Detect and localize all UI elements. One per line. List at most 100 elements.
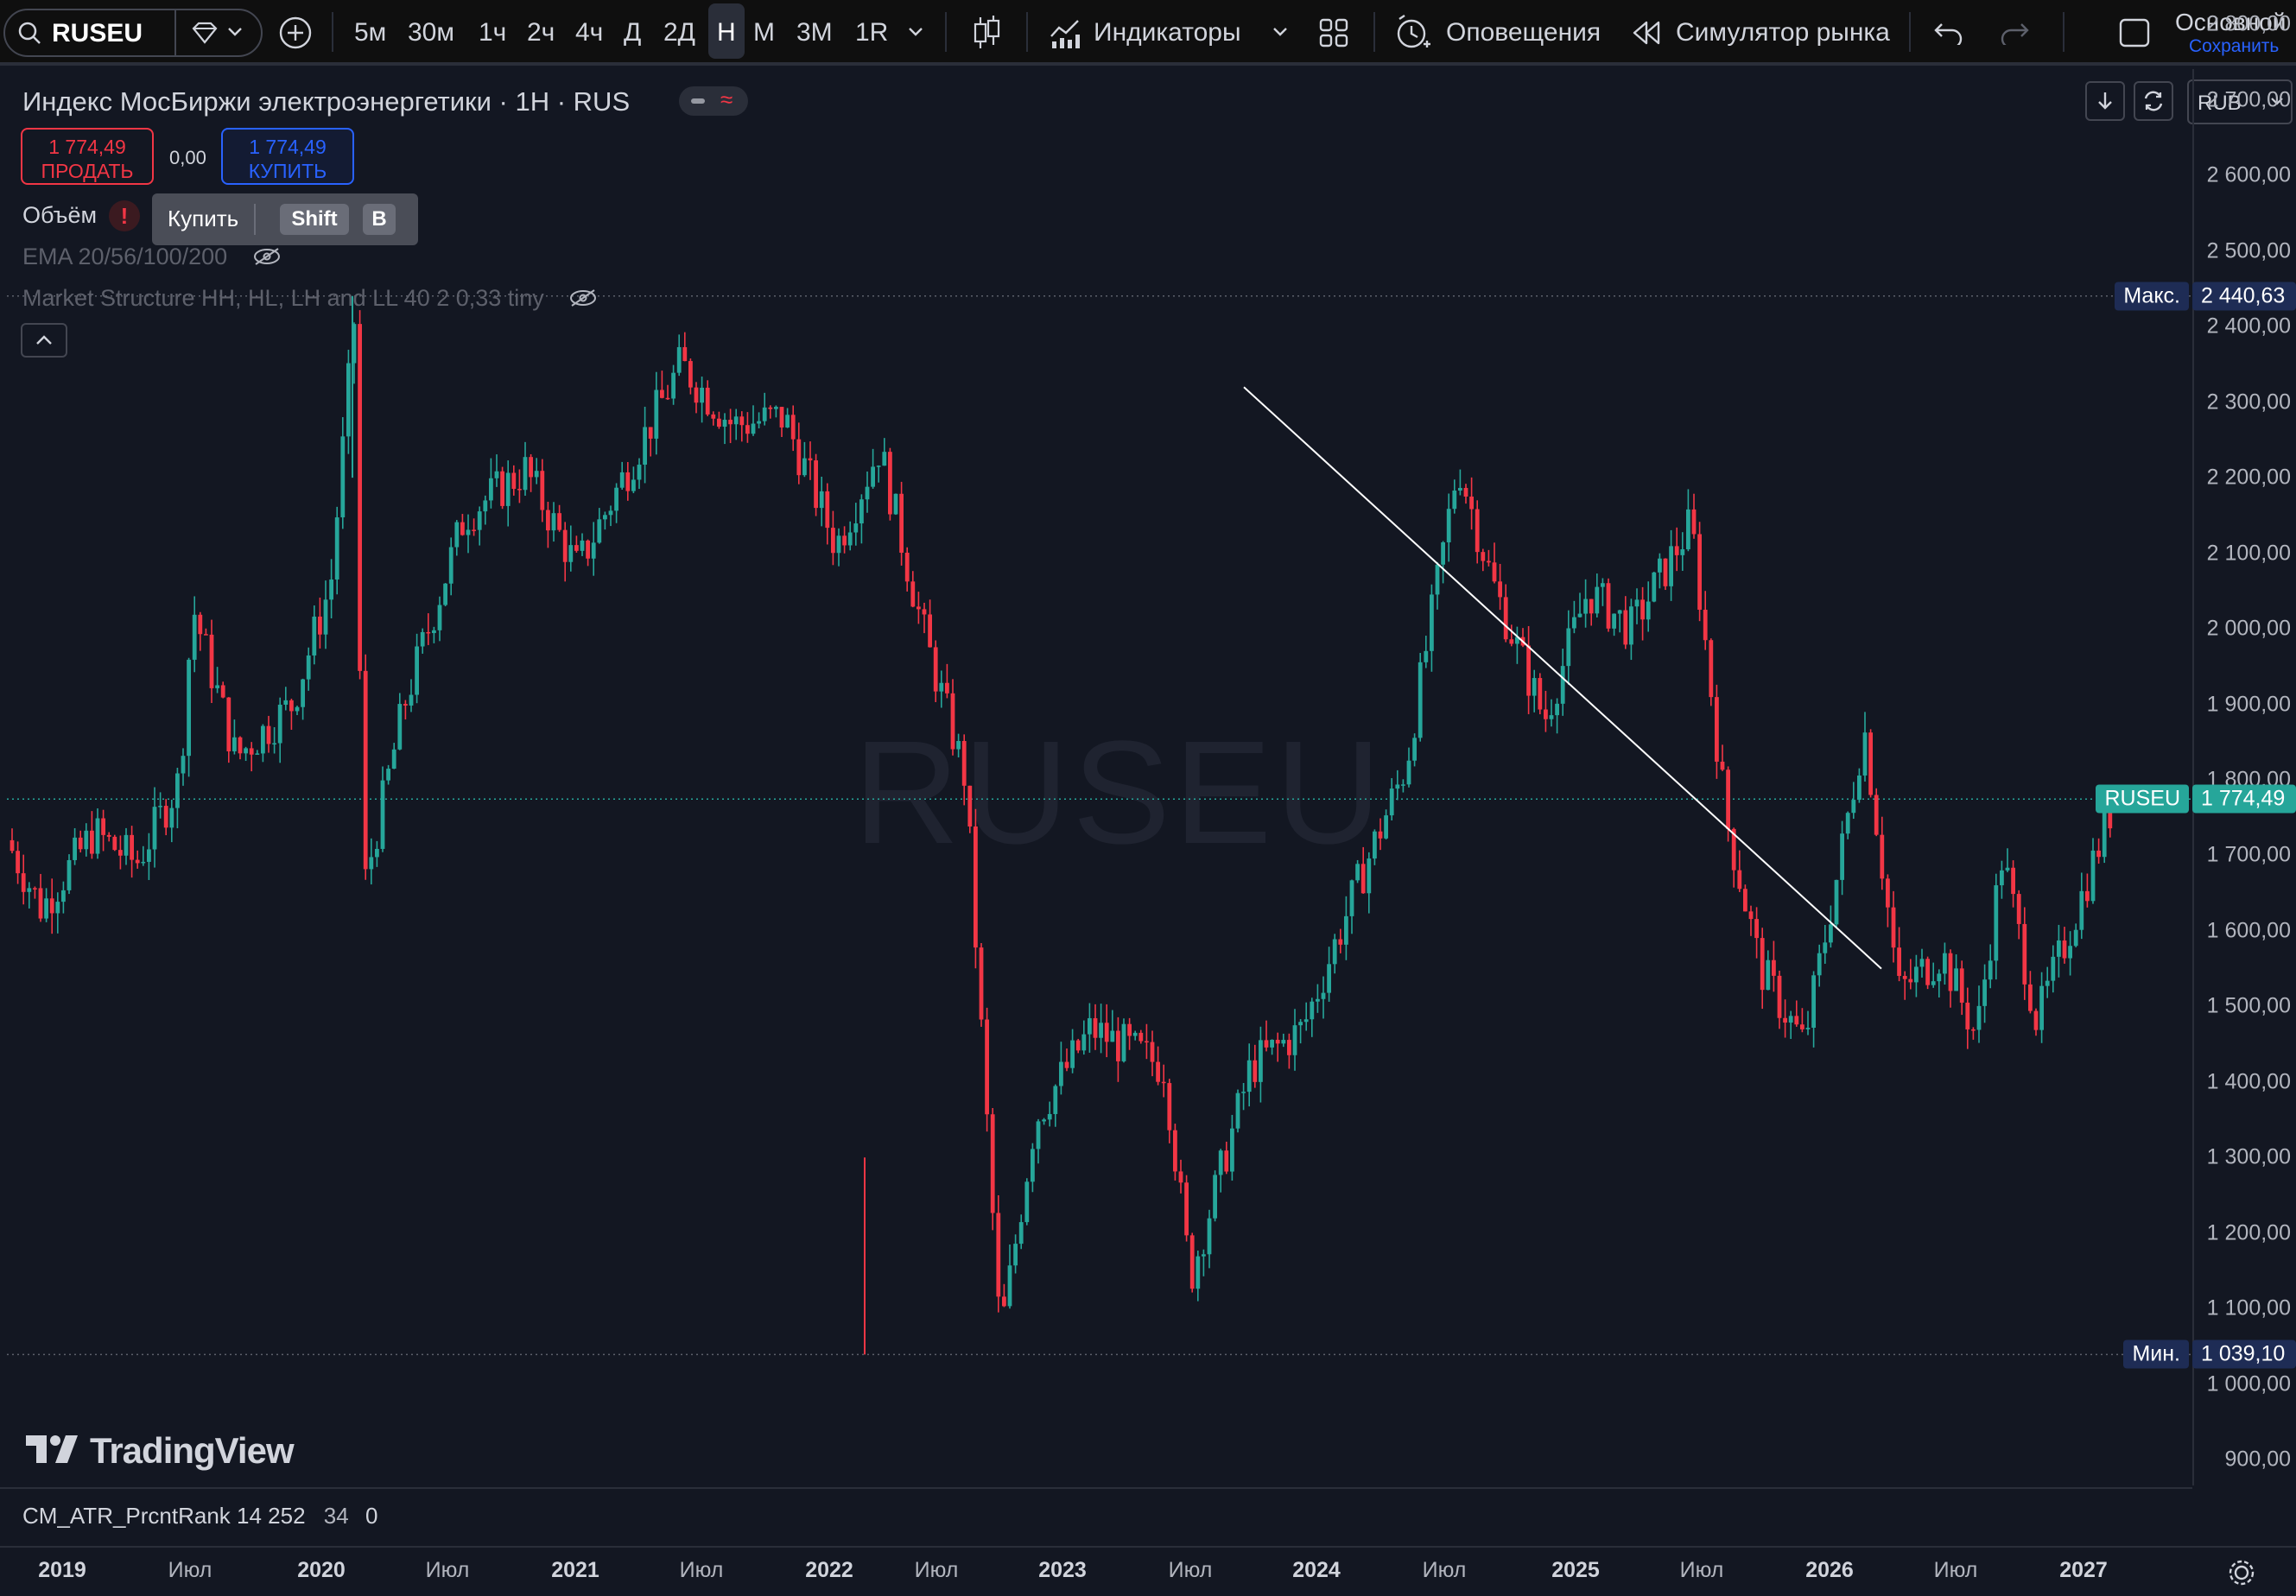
diamond-icon[interactable]: [190, 21, 219, 45]
candle: [762, 392, 767, 426]
volume-legend[interactable]: Объём: [22, 202, 97, 229]
candle: [187, 657, 191, 777]
undo-icon[interactable]: [1933, 19, 1964, 45]
hidden-eye-icon[interactable]: [568, 288, 598, 307]
sell-button[interactable]: 1 774,49 ПРОДАТЬ: [21, 128, 154, 185]
candle: [523, 441, 528, 496]
market-structure-legend[interactable]: Market Structure HH, HL, LH and LL 40 2 …: [22, 285, 544, 312]
candle: [1697, 522, 1702, 622]
candle: [2102, 806, 2107, 864]
lower-indicator-legend[interactable]: CM_ATR_PrcntRank 14 252 34 0: [22, 1503, 377, 1530]
candle: [175, 767, 180, 829]
tf-5m[interactable]: 5м: [354, 0, 386, 66]
tf-3month[interactable]: 3М: [796, 0, 833, 66]
candle: [1270, 1039, 1274, 1055]
candle: [266, 715, 271, 753]
candle: [477, 506, 482, 546]
candle: [705, 380, 710, 416]
layout-grid-icon[interactable]: [1318, 17, 1349, 48]
candle: [939, 670, 944, 708]
candle: [1287, 1033, 1291, 1069]
candle: [466, 514, 471, 554]
wave-icon: ≈: [720, 86, 733, 112]
indicators-chevron-icon[interactable]: [1272, 26, 1289, 38]
tf-4h[interactable]: 4ч: [575, 0, 603, 66]
candle: [751, 405, 756, 436]
candle: [1754, 907, 1759, 959]
save-layout-link[interactable]: Сохранить: [2189, 36, 2279, 57]
tf-month[interactable]: М: [753, 0, 775, 66]
candlestick-series[interactable]: [7, 69, 2192, 1485]
add-symbol-icon[interactable]: [278, 16, 313, 50]
candle: [1800, 1008, 1804, 1033]
settings-gear-icon[interactable]: [2227, 1558, 2256, 1587]
candle: [1606, 578, 1611, 632]
pane-separator[interactable]: [0, 1487, 2192, 1489]
candle: [67, 854, 72, 895]
tf-1h[interactable]: 1ч: [479, 0, 506, 66]
chevron-up-icon: [36, 335, 52, 345]
tf-2day[interactable]: 2Д: [663, 0, 695, 66]
candle: [808, 441, 813, 480]
candle: [733, 408, 739, 440]
candles-icon[interactable]: [969, 14, 1004, 52]
chevron-down-icon[interactable]: [226, 26, 244, 38]
buy-label: КУПИТЬ: [248, 160, 327, 182]
candle: [2028, 971, 2033, 1014]
candle: [871, 448, 875, 489]
candle: [819, 477, 824, 527]
candle: [1145, 1023, 1149, 1060]
scroll-to-latest-button[interactable]: [2085, 81, 2125, 121]
redo-icon[interactable]: [1999, 19, 2030, 45]
alarm-clock-icon[interactable]: [1394, 14, 1432, 52]
tf-2h[interactable]: 2ч: [527, 0, 555, 66]
lower-indicator-name: CM_ATR_PrcntRank 14 252: [22, 1503, 306, 1529]
candle: [1658, 553, 1662, 589]
candle: [1338, 928, 1343, 953]
shortcut-b: B: [363, 204, 396, 235]
tf-week[interactable]: Н: [717, 0, 736, 66]
candle: [1532, 669, 1537, 712]
tf-day[interactable]: Д: [624, 0, 641, 66]
candle: [1868, 729, 1873, 798]
indicators-button[interactable]: Индикаторы: [1094, 0, 1241, 66]
chart-pane[interactable]: RUSEU: [7, 69, 2192, 1485]
symbol-search[interactable]: RUSEU: [3, 9, 263, 57]
candle: [403, 700, 408, 720]
warning-icon[interactable]: !: [109, 200, 140, 231]
candle: [1971, 1027, 1976, 1040]
time-tick-label: Июл: [914, 1558, 959, 1582]
time-axis[interactable]: 2019 Июл 2020 Июл 2021 Июл 2022 Июл 2023 Июл 2024 И…: [0, 1546, 2296, 1596]
candle: [44, 888, 48, 922]
buy-button[interactable]: 1 774,49 КУПИТЬ: [221, 128, 354, 185]
candle: [249, 742, 254, 772]
candle: [529, 453, 533, 492]
candle: [1572, 600, 1576, 634]
time-tick-label: 2021: [551, 1558, 599, 1582]
replay-button[interactable]: Симулятор рынка: [1676, 0, 1890, 66]
candle: [614, 483, 618, 523]
candle: [16, 841, 20, 884]
candle: [540, 459, 545, 522]
candle: [1526, 625, 1531, 714]
candle: [1577, 592, 1582, 618]
indicators-icon[interactable]: [1049, 16, 1083, 50]
tf-30m[interactable]: 30м: [408, 0, 454, 66]
candle: [226, 697, 232, 763]
tf-1range[interactable]: 1R: [855, 0, 888, 66]
market-status-badge[interactable]: ≈: [679, 86, 748, 116]
ema-legend[interactable]: EMA 20/56/100/200: [22, 244, 227, 270]
collapse-legend-button[interactable]: [21, 323, 67, 358]
layout-square-icon[interactable]: [2118, 17, 2151, 48]
candle: [985, 1007, 989, 1132]
hidden-eye-icon[interactable]: [252, 247, 282, 266]
timeframe-chevron-icon[interactable]: [907, 26, 924, 38]
candle: [1099, 1004, 1103, 1054]
replay-rewind-icon[interactable]: [1631, 19, 1662, 47]
candle: [323, 580, 328, 649]
alerts-button[interactable]: Оповещения: [1446, 0, 1601, 66]
refresh-button[interactable]: [2134, 81, 2173, 121]
candle: [996, 1195, 1001, 1313]
candle: [1783, 999, 1787, 1038]
candle: [893, 493, 898, 516]
